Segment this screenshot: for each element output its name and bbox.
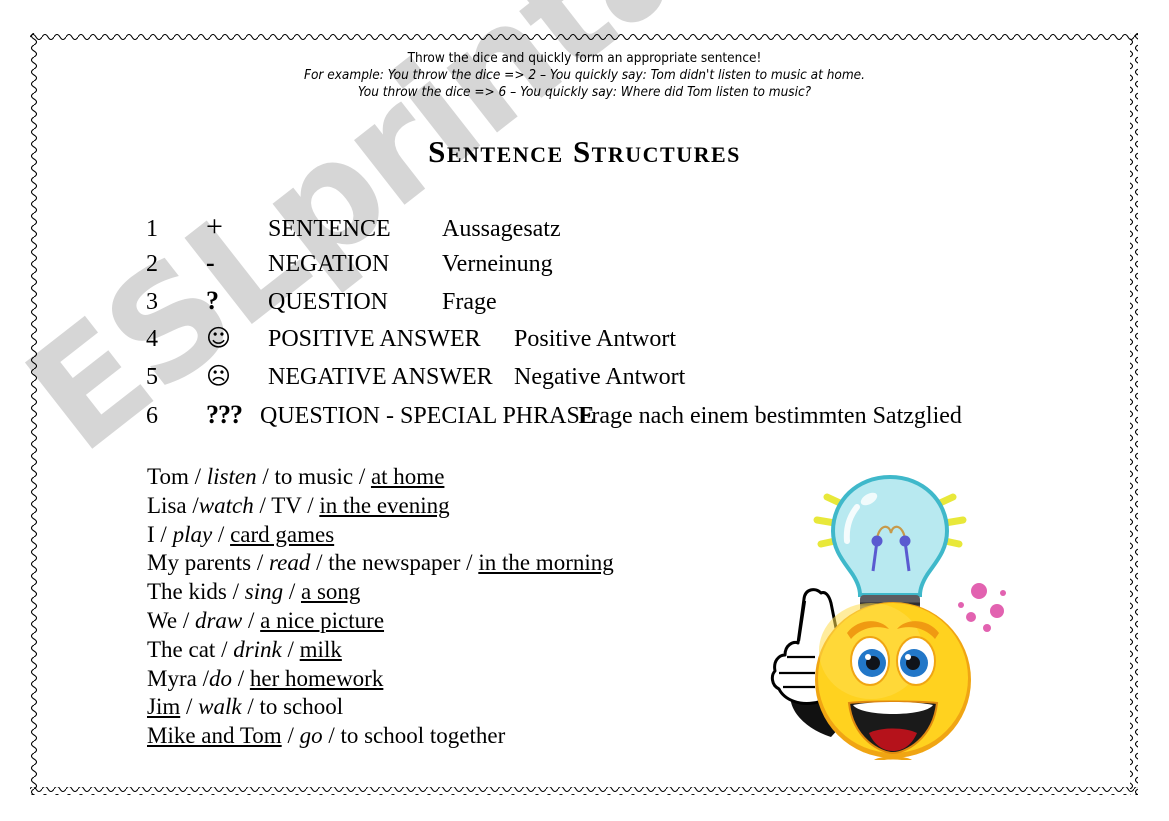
sentence-subject: We (147, 607, 178, 633)
sentence-verb: play (172, 521, 213, 547)
sentence-subject: I (147, 521, 155, 547)
sentence-verb: do (208, 665, 232, 691)
sentence-verb: watch (198, 492, 254, 518)
sentence-subject: Myra (147, 665, 197, 691)
row-number: 6 (146, 403, 158, 429)
sentence-object: to school (259, 694, 344, 720)
sentence-verb: drink (233, 636, 282, 662)
sentence-verb: walk (198, 694, 242, 720)
table-row: 6 ??? QUESTION - SPECIAL PHRASE Frage na… (146, 400, 1066, 438)
sentence-bank: Tom / listen / to music / at home Lisa /w… (147, 463, 614, 751)
sentence-line: The kids / sing / a song (147, 579, 361, 605)
row-number: 4 (146, 326, 158, 352)
row-label-german: Frage nach einem bestimmten Satzglied (578, 403, 962, 429)
sentence-special-phrase: at home (370, 464, 445, 489)
instructions-header: Throw the dice and quickly form an appro… (0, 50, 1169, 101)
sentence-subject: The cat (147, 636, 216, 662)
sentence-subject: Mike and Tom (147, 723, 282, 749)
sentence-object: TV (271, 492, 302, 518)
sentence-line: We / draw / a nice picture (147, 607, 385, 633)
sentence-line: Lisa /watch / TV / in the evening (147, 492, 450, 518)
sentence-special-phrase: a nice picture (260, 607, 385, 633)
row-label-english: SENTENCE (268, 216, 391, 242)
row-label-german: Verneinung (442, 251, 553, 277)
sentence-subject: The kids (147, 579, 227, 605)
row-label-english: QUESTION (268, 289, 388, 315)
sentence-line: Tom / listen / to music / at home (147, 464, 445, 489)
sentence-line: The cat / drink / milk (147, 636, 342, 662)
sentence-verb: read (269, 550, 311, 576)
sentence-special-phrase: in the morning (478, 550, 614, 576)
sentence-verb: sing (244, 579, 284, 605)
minus-sign: - (206, 248, 215, 277)
sentence-structure-key-table: 1 + SENTENCE Aussagesatz 2 - NEGATION Ve… (146, 210, 1066, 438)
question-mark: ? (206, 286, 219, 315)
instruction-line-3: You throw the dice => 6 – You quickly sa… (357, 84, 812, 100)
sentence-subject: My parents (147, 550, 252, 576)
table-row: 3 ? QUESTION Frage (146, 286, 1066, 324)
row-label-english: QUESTION - SPECIAL PHRASE (260, 403, 595, 429)
sentence-line: My parents / read / the newspaper / in t… (147, 550, 614, 576)
instruction-line-1: Throw the dice and quickly form an appro… (407, 50, 762, 66)
sentence-special-phrase: milk (299, 636, 342, 662)
worksheet-page: ESLprintables.com Throw the dice and qui… (0, 0, 1169, 821)
row-label-german: Aussagesatz (442, 216, 561, 242)
smiley-with-lightbulb-idea (765, 465, 1015, 760)
frowning-face-icon: ☹ (206, 362, 232, 390)
sentence-line: Myra /do / her homework (147, 665, 384, 691)
sentence-subject: Tom (147, 464, 189, 489)
row-label-german: Negative Antwort (514, 364, 686, 390)
sentence-verb: go (299, 723, 323, 749)
row-number: 1 (146, 216, 158, 242)
sentence-special-phrase: her homework (249, 665, 384, 691)
row-label-german: Frage (442, 289, 497, 315)
sentence-line: Mike and Tom / go / to school together (147, 723, 506, 749)
row-number: 2 (146, 251, 158, 277)
sentence-object: to music (274, 464, 354, 489)
row-label-english: NEGATION (268, 251, 390, 277)
sentence-special-phrase: card games (230, 521, 335, 547)
table-row: 4 ☺ POSITIVE ANSWER Positive Antwort (146, 324, 1066, 362)
sentence-verb: listen (206, 464, 257, 489)
table-row: 2 - NEGATION Verneinung (146, 248, 1066, 286)
sentence-object: the newspaper (328, 550, 461, 576)
plus-sign: + (206, 210, 223, 243)
row-number: 3 (146, 289, 158, 315)
sentence-subject: Lisa (147, 492, 187, 518)
table-row: 5 ☹ NEGATIVE ANSWER Negative Antwort (146, 362, 1066, 400)
sentence-verb: draw (194, 607, 243, 633)
row-number: 5 (146, 364, 158, 390)
row-label-german: Positive Antwort (514, 326, 677, 352)
sentence-line: Jim / walk / to school (147, 694, 344, 720)
page-title: Sentence Structures (428, 134, 741, 169)
triple-question-mark: ??? (206, 400, 243, 429)
row-label-english: POSITIVE ANSWER (268, 326, 481, 352)
sentence-special-phrase: in the evening (319, 492, 450, 518)
row-label-english: NEGATIVE ANSWER (268, 364, 493, 390)
instruction-line-2: For example: You throw the dice => 2 – Y… (304, 67, 865, 83)
sentence-subject: Jim (147, 694, 181, 720)
sentence-object: to school together (340, 723, 506, 749)
sentence-line: I / play / card games (147, 521, 335, 547)
smiley-face-icon: ☺ (206, 324, 232, 352)
table-row: 1 + SENTENCE Aussagesatz (146, 210, 1066, 248)
sentence-special-phrase: a song (300, 579, 361, 605)
